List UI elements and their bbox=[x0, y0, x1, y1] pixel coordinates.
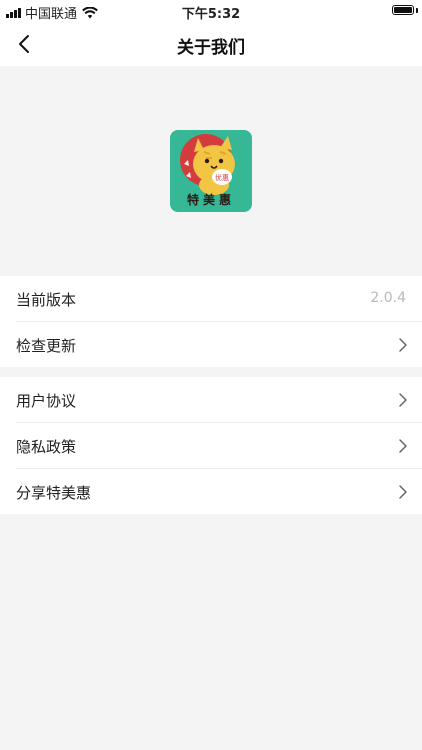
privacy-policy-label: 隐私政策 bbox=[16, 438, 77, 456]
status-time: 下午5:32 bbox=[181, 7, 241, 22]
chevron-right-icon bbox=[399, 485, 407, 499]
user-agreement-row[interactable]: 用户协议 bbox=[16, 377, 422, 423]
version-label: 当前版本 bbox=[16, 291, 77, 309]
logo-section: 优惠 特美惠 bbox=[0, 66, 422, 276]
share-app-row[interactable]: 分享特美惠 bbox=[16, 469, 422, 514]
check-update-label: 检查更新 bbox=[16, 337, 77, 355]
badge-text: 优惠 bbox=[215, 173, 229, 182]
version-row: 当前版本 2.0.4 bbox=[16, 276, 422, 322]
battery-tip bbox=[416, 8, 418, 13]
page-title: 关于我们 bbox=[177, 38, 245, 58]
privacy-policy-row[interactable]: 隐私政策 bbox=[16, 423, 422, 469]
info-group: 用户协议 隐私政策 分享特美惠 bbox=[0, 377, 422, 514]
chevron-right-icon bbox=[399, 439, 407, 453]
version-value: 2.0.4 bbox=[370, 290, 406, 306]
chevron-right-icon bbox=[399, 393, 407, 407]
user-agreement-label: 用户协议 bbox=[16, 392, 77, 410]
share-app-label: 分享特美惠 bbox=[16, 484, 92, 502]
battery-icon bbox=[392, 5, 414, 15]
status-bar: 中国联通 下午5:32 bbox=[0, 0, 422, 22]
version-group: 当前版本 2.0.4 检查更新 bbox=[0, 276, 422, 367]
logo-text: 特美惠 bbox=[186, 193, 235, 207]
chevron-right-icon bbox=[399, 338, 407, 352]
navigation-bar: 关于我们 bbox=[0, 22, 422, 66]
check-update-row[interactable]: 检查更新 bbox=[16, 322, 422, 367]
app-logo: 优惠 特美惠 bbox=[170, 130, 252, 212]
